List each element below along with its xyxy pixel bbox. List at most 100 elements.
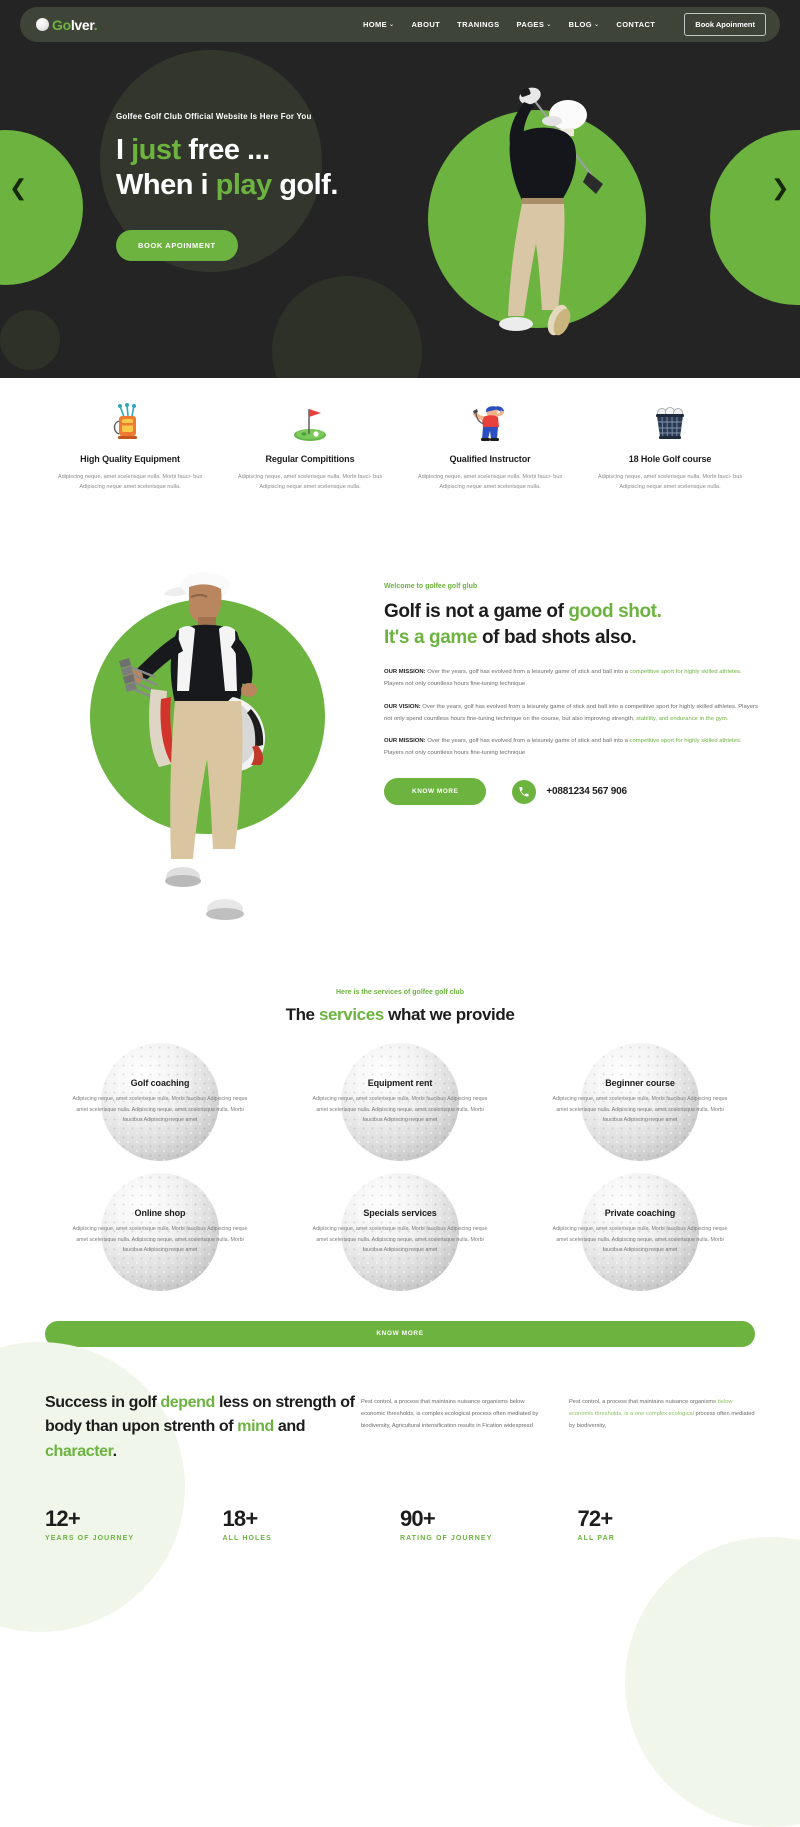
- decorative-circle: [625, 1537, 800, 1827]
- feature-title: Qualified Instructor: [410, 454, 570, 464]
- hero-line1-part-a: I: [116, 134, 131, 166]
- about-paragraph: OUR VISION: Over the years, golf has evo…: [384, 702, 760, 726]
- phone-number: +0881234 567 906: [546, 786, 627, 797]
- stats-section: 12+ YEARS OF JOURNEY 18+ ALL HOLES 90+ R…: [0, 1495, 800, 1572]
- nav-item-tranings[interactable]: TRANINGS: [457, 20, 499, 29]
- hero-line2-part-b: golf.: [272, 169, 338, 201]
- stat-label: YEARS OF JOURNEY: [45, 1535, 223, 1542]
- service-card[interactable]: Online shop Adipiscing neque, amet scele…: [40, 1167, 280, 1297]
- chevron-down-icon: ⌄: [594, 21, 599, 28]
- main-navbar: Golver. HOME ⌄ ABOUT TRANINGS PAGES ⌄: [20, 7, 780, 42]
- about-eyebrow: Welcome to golfee golf glub: [384, 583, 760, 590]
- phone-icon: [512, 780, 536, 804]
- service-title: Online shop: [68, 1208, 253, 1218]
- stat-number: 90+: [400, 1507, 578, 1531]
- hero-heading: I just free ... When i play golf.: [116, 133, 446, 204]
- about-para-highlight: stability, and endurance in the gym.: [636, 716, 728, 722]
- success-section: Success in golf depend less on strength …: [0, 1347, 800, 1495]
- stat-item: 18+ ALL HOLES: [223, 1507, 401, 1542]
- hero-line2-highlight: play: [216, 169, 272, 201]
- hero-heading-line2: When i play golf.: [116, 168, 446, 203]
- stat-item: 90+ RATING OF JOURNEY: [400, 1507, 578, 1542]
- hero-slider: Golver. HOME ⌄ ABOUT TRANINGS PAGES ⌄: [0, 0, 800, 378]
- success-title-highlight-1: depend: [160, 1394, 215, 1411]
- service-card[interactable]: Equipment rent Adipiscing neque, amet sc…: [280, 1037, 520, 1167]
- about-know-more-button[interactable]: KNOW MORE: [384, 778, 486, 805]
- golf-flag-green-icon: [230, 400, 390, 446]
- success-column-1: Pest control, a process that maintains n…: [361, 1397, 547, 1465]
- feature-card[interactable]: Regular Compititions Adipiscing neque, a…: [220, 400, 400, 493]
- feature-card[interactable]: Qualified Instructor Adipiscing neque, a…: [400, 400, 580, 493]
- services-grid: Golf coaching Adipiscing neque, amet sce…: [40, 1037, 760, 1297]
- hero-line2-part-a: When i: [116, 169, 216, 201]
- services-eyebrow: Here is the services of golfee golf club: [40, 989, 760, 996]
- hero-content: Golfee Golf Club Official Website Is Her…: [116, 112, 446, 261]
- about-paragraph: OUR MISSION: Over the years, golf has ev…: [384, 667, 760, 691]
- about-para-label: OUR VISION:: [384, 704, 421, 710]
- service-title: Equipment rent: [308, 1078, 493, 1088]
- nav-item-blog[interactable]: BLOG ⌄: [569, 20, 600, 29]
- about-image-wrap: [40, 549, 370, 949]
- chevron-left-icon[interactable]: ❮: [9, 178, 27, 200]
- book-appointment-button[interactable]: Book Apoinment: [684, 13, 766, 36]
- chevron-right-icon[interactable]: ❯: [771, 178, 789, 200]
- stat-label: RATING OF JOURNEY: [400, 1535, 578, 1542]
- service-title: Specials services: [308, 1208, 493, 1218]
- about-title-highlight-2: It's a game: [384, 627, 477, 648]
- hero-line1-highlight: just: [131, 134, 181, 166]
- about-para-highlight: competitive sport for highly skilled ath…: [630, 738, 740, 744]
- hero-heading-line1: I just free ...: [116, 133, 446, 168]
- feature-card[interactable]: High Quality Equipment Adipiscing neque,…: [40, 400, 220, 493]
- stat-item: 72+ ALL PAR: [578, 1507, 756, 1542]
- about-title-highlight-1: good shot.: [568, 601, 661, 622]
- hero-book-appointment-button[interactable]: BOOK APOINMENT: [116, 230, 238, 261]
- success-col2-text-1: Pest control, a process that maintains n…: [569, 1399, 718, 1405]
- brand-name-part2: lver: [71, 17, 94, 33]
- golf-ball-icon: [36, 18, 49, 31]
- services-title-part-b: what we provide: [384, 1005, 515, 1024]
- feature-desc: Adipiscing neque, amet scelerisque nulla…: [230, 472, 390, 493]
- nav-item-pages[interactable]: PAGES ⌄: [517, 20, 552, 29]
- success-column-2: Pest control, a process that maintains n…: [569, 1397, 755, 1465]
- about-title-part-b: of bad shots also.: [477, 627, 636, 648]
- about-para-label: OUR MISSION:: [384, 738, 426, 744]
- about-content: Welcome to golfee golf glub Golf is not …: [370, 549, 760, 949]
- nav-menu: HOME ⌄ ABOUT TRANINGS PAGES ⌄ BLOG ⌄: [363, 13, 766, 36]
- service-desc: Adipiscing neque, amet scelerisque nulla…: [548, 1094, 733, 1125]
- stat-label: ALL PAR: [578, 1535, 756, 1542]
- nav-item-about[interactable]: ABOUT: [411, 20, 440, 29]
- brand-name-dot: .: [94, 17, 98, 33]
- golfer-swing-image: [470, 72, 620, 367]
- service-card[interactable]: Private coaching Adipiscing neque, amet …: [520, 1167, 760, 1297]
- feature-title: Regular Compititions: [230, 454, 390, 464]
- nav-item-contact[interactable]: CONTACT: [616, 20, 655, 29]
- phone-contact[interactable]: +0881234 567 906: [512, 780, 627, 804]
- success-heading: Success in golf depend less on strength …: [45, 1391, 355, 1465]
- service-desc: Adipiscing neque, amet scelerisque nulla…: [308, 1094, 493, 1125]
- service-content: Specials services Adipiscing neque, amet…: [308, 1208, 493, 1255]
- service-card[interactable]: Specials services Adipiscing neque, amet…: [280, 1167, 520, 1297]
- stat-number: 18+: [223, 1507, 401, 1531]
- about-para-label: OUR MISSION:: [384, 669, 426, 675]
- golf-bag-icon: [50, 400, 210, 446]
- chevron-down-icon: ⌄: [546, 21, 551, 28]
- services-know-more-button[interactable]: KNOW MORE: [45, 1321, 755, 1347]
- success-title-part-c: and: [274, 1418, 305, 1435]
- golfer-instructor-icon: [410, 400, 570, 446]
- services-title-highlight: services: [319, 1005, 384, 1024]
- nav-label: BLOG: [569, 20, 592, 29]
- services-title-part-a: The: [286, 1005, 319, 1024]
- service-card[interactable]: Golf coaching Adipiscing neque, amet sce…: [40, 1037, 280, 1167]
- feature-desc: Adipiscing neque, amet scelerisque nulla…: [590, 472, 750, 493]
- decorative-circle: [272, 276, 422, 378]
- brand-logo[interactable]: Golver.: [36, 17, 97, 33]
- success-title-highlight-2: mind: [237, 1418, 274, 1435]
- services-heading: The services what we provide: [40, 1005, 760, 1025]
- about-paragraph: OUR MISSION: Over the years, golf has ev…: [384, 736, 760, 760]
- services-know-more-wrap: KNOW MORE: [0, 1297, 800, 1347]
- feature-title: 18 Hole Golf course: [590, 454, 750, 464]
- nav-item-home[interactable]: HOME ⌄: [363, 20, 395, 29]
- service-card[interactable]: Beginner course Adipiscing neque, amet s…: [520, 1037, 760, 1167]
- nav-label: PAGES: [517, 20, 545, 29]
- feature-card[interactable]: 18 Hole Golf course Adipiscing neque, am…: [580, 400, 760, 493]
